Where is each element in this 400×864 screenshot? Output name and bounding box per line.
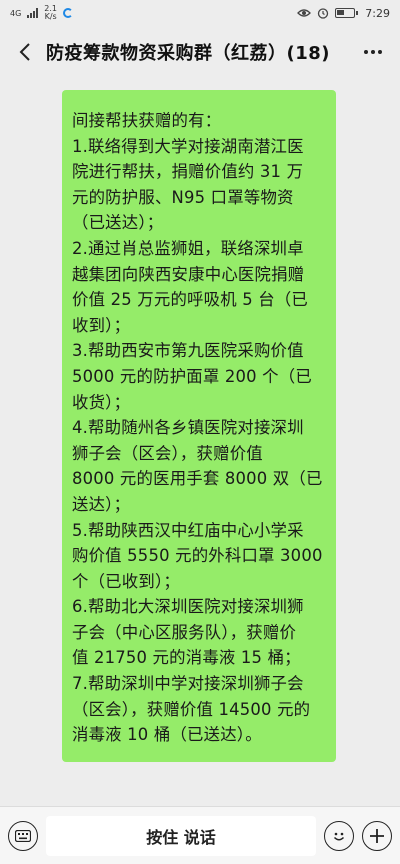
chat-header: 防疫筹款物资采购群（红荔）(18)	[0, 26, 400, 78]
message-line: 7.帮助深圳中学对接深圳狮子会	[72, 674, 304, 694]
message-line: 5.帮助陕西汉中红庙中心小学采	[72, 520, 304, 540]
message-line: 间接帮扶获赠的有：	[72, 111, 222, 130]
message-line: 元的防护服、N95 口罩等物资	[72, 187, 294, 207]
message-line: 2.通过肖总监狮姐，联络深圳卓	[72, 238, 304, 258]
input-bar: 按住 说话	[0, 806, 400, 864]
message-line: 4.帮助随州各乡镇医院对接深圳	[72, 418, 304, 438]
message-line: 6.帮助北大深圳医院对接深圳狮	[72, 597, 304, 617]
speed-unit: K/s	[44, 12, 57, 21]
status-bar: 4G 2.1 K/s 7:29	[0, 0, 400, 26]
signal-icon	[27, 8, 39, 18]
clock-time: 7:29	[365, 6, 390, 20]
message-bubble[interactable]: 间接帮扶获赠的有： 1.联络得到大学对接湖南潜江医 院进行帮扶，捐赠价值约 31 万…	[62, 90, 336, 762]
keyboard-button[interactable]	[8, 820, 38, 851]
alarm-icon	[318, 8, 329, 19]
message-line: 收到）；	[72, 315, 131, 335]
plus-icon	[370, 828, 384, 843]
message-line: （已送达）；	[72, 213, 164, 233]
battery-icon	[335, 8, 359, 18]
message-line: 8000 元的医用手套 8000 双（已	[72, 469, 323, 489]
message-line: 购价值 5550 元的外科口罩 3000	[72, 546, 323, 566]
more-dots-icon	[364, 50, 368, 54]
message-line: 消毒液 10 桶（已送达）。	[72, 725, 262, 745]
message-list[interactable]: 间接帮扶获赠的有： 1.联络得到大学对接湖南潜江医 院进行帮扶，捐赠价值约 31 万…	[0, 78, 400, 796]
status-left: 4G 2.1 K/s	[10, 5, 74, 21]
plus-button[interactable]	[362, 820, 392, 851]
chat-title: 防疫筹款物资采购群（红荔）(18)	[46, 43, 331, 64]
message-line: 3.帮助西安市第九医院采购价值	[72, 341, 304, 361]
message-line: 价值 25 万元的呼吸机 5 台（已	[72, 290, 309, 310]
network-speed: 2.1 K/s	[44, 5, 57, 21]
message-line: 值 21750 元的消毒液 15 桶；	[72, 648, 301, 668]
sync-icon	[63, 8, 74, 18]
eye-comfort-icon	[297, 9, 312, 17]
chevron-left-icon	[19, 43, 30, 61]
hold-to-talk-button[interactable]: 按住 说话	[46, 815, 316, 856]
message-line: 狮子会（区会），获赠价值	[72, 443, 263, 463]
keyboard-icon	[15, 829, 31, 842]
more-button[interactable]	[356, 32, 390, 72]
message-line: 5000 元的防护面罩 200 个（已	[72, 366, 312, 386]
message-line: 收货）；	[72, 392, 131, 412]
emoji-button[interactable]	[324, 820, 354, 851]
message-line: 1.联络得到大学对接湖南潜江医	[72, 136, 304, 156]
message-line: （区会），获赠价值 14500 元的	[72, 699, 311, 719]
network-label: 4G	[10, 8, 22, 18]
status-right: 7:29	[297, 7, 390, 20]
message-line: 个（已收到）；	[72, 571, 180, 591]
message-line: 送达）；	[72, 494, 131, 514]
emoji-icon	[333, 832, 345, 840]
message-line: 越集团向陕西安康中心医院捐赠	[72, 264, 305, 284]
message-line: 院进行帮扶，捐赠价值约 31 万	[72, 162, 304, 182]
back-button[interactable]	[10, 32, 40, 72]
message-line: 子会（中心区服务队），获赠价	[72, 622, 297, 642]
